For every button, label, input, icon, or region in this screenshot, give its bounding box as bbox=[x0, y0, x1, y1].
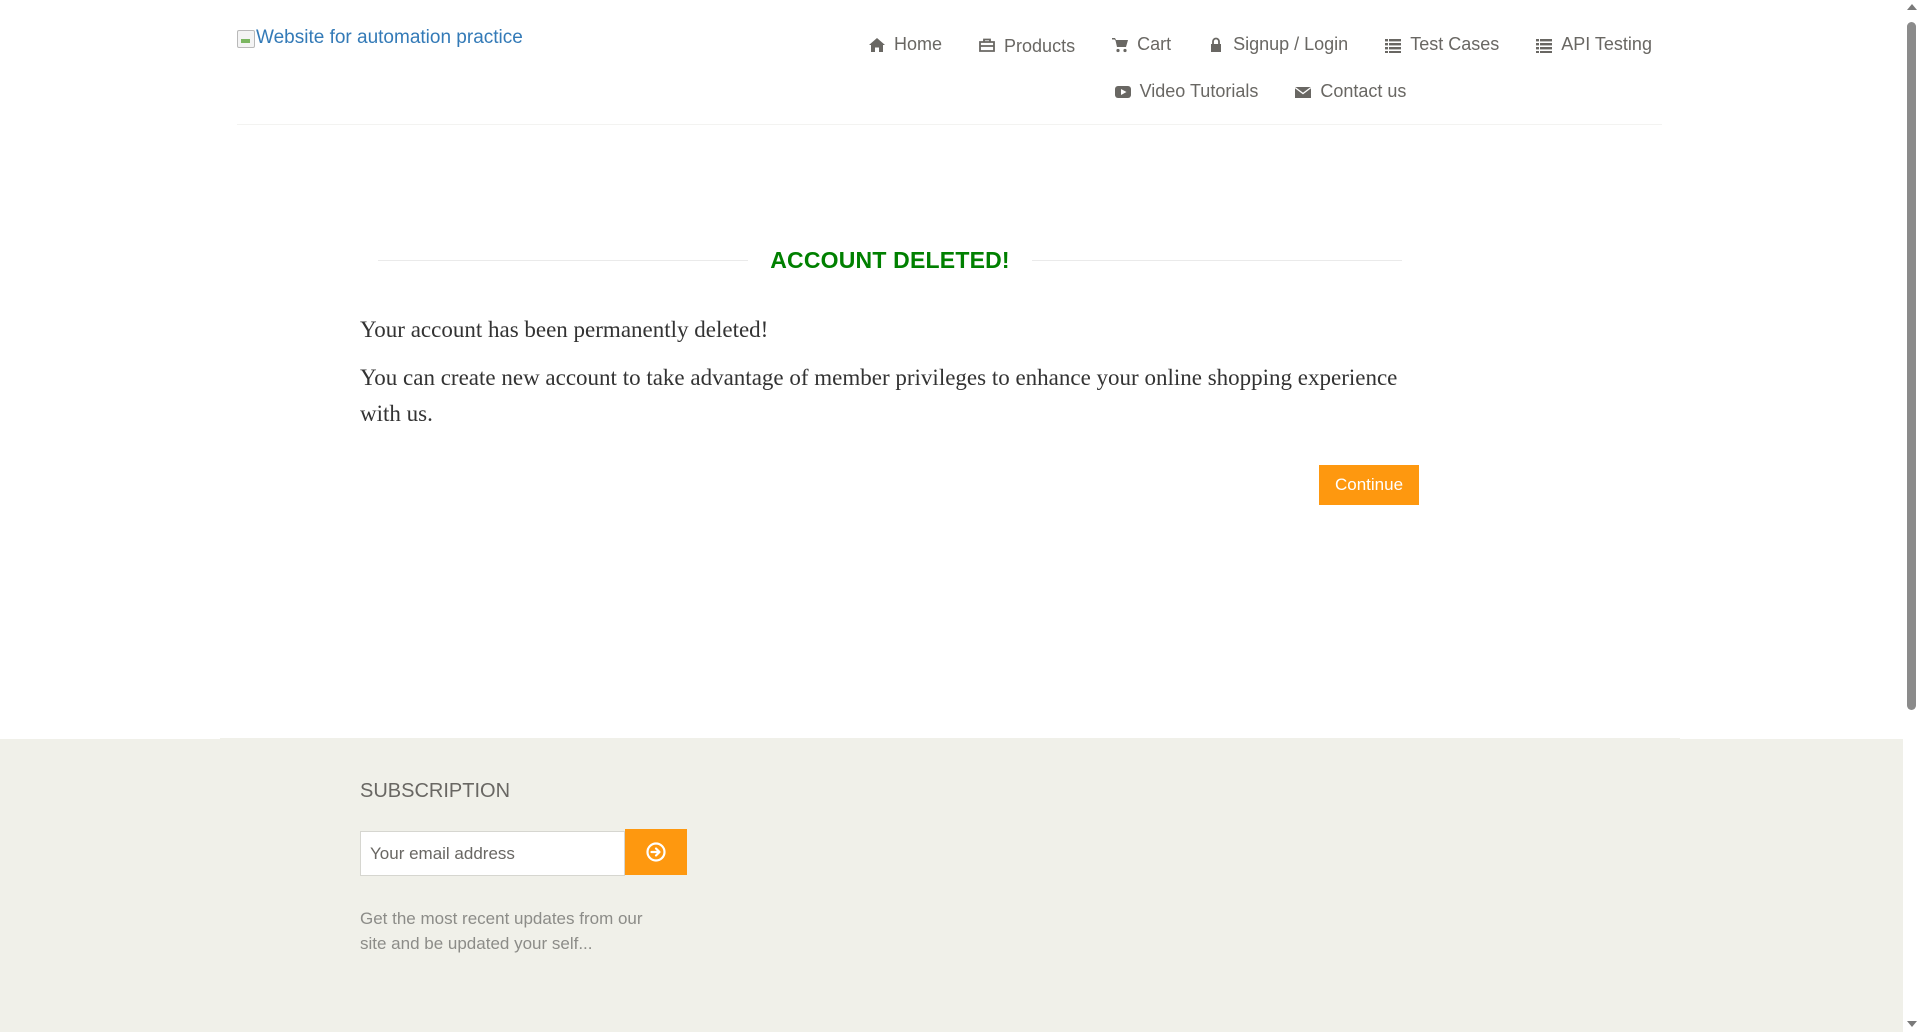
nav-cart[interactable]: Cart bbox=[1111, 34, 1171, 55]
nav-api-testing-label: API Testing bbox=[1561, 34, 1652, 54]
shopping-cart-icon bbox=[1111, 37, 1129, 53]
page-title: ACCOUNT DELETED! bbox=[770, 247, 1010, 273]
footer-edge-right bbox=[1680, 738, 1903, 739]
footer bbox=[0, 738, 1903, 1032]
nav-video-tutorials[interactable]: Video Tutorials bbox=[1114, 81, 1259, 102]
deleted-message: Your account has been permanently delete… bbox=[360, 317, 769, 342]
list-icon bbox=[1535, 37, 1553, 53]
arrow-circle-right-icon bbox=[645, 841, 667, 863]
browser-viewport: Website for automation practice Home Pro… bbox=[0, 0, 1920, 1032]
nav-products-label: Products bbox=[1004, 36, 1076, 56]
nav-contact-us-label: Contact us bbox=[1320, 81, 1407, 101]
main-nav: Home Products Cart Signup / Login Test C… bbox=[680, 34, 1840, 102]
nav-api-testing[interactable]: API Testing bbox=[1535, 34, 1652, 55]
title-line-right bbox=[1031, 260, 1402, 261]
home-icon bbox=[868, 37, 886, 53]
subscription-email-input[interactable] bbox=[360, 831, 625, 876]
title-row: ACCOUNT DELETED! bbox=[378, 247, 1402, 274]
nav-home-label: Home bbox=[894, 34, 943, 54]
header-divider bbox=[237, 124, 1662, 125]
nav-home[interactable]: Home bbox=[868, 34, 942, 55]
create-account-message: You can create new account to take advan… bbox=[360, 365, 1398, 426]
logo-alt-text: Website for automation practice bbox=[256, 27, 523, 48]
broken-image-icon bbox=[237, 30, 255, 48]
nav-contact-us[interactable]: Contact us bbox=[1294, 81, 1406, 102]
nav-video-tutorials-label: Video Tutorials bbox=[1139, 81, 1259, 101]
briefcase-icon bbox=[978, 37, 996, 53]
envelope-icon bbox=[1294, 84, 1312, 100]
scroll-down-arrow-icon[interactable] bbox=[1907, 1021, 1917, 1027]
subscription-description: Get the most recent updates from our sit… bbox=[360, 909, 643, 953]
scroll-thumb[interactable] bbox=[1907, 22, 1916, 710]
logo-link[interactable]: Website for automation practice bbox=[237, 27, 523, 49]
title-line-left bbox=[378, 260, 749, 261]
nav-products[interactable]: Products bbox=[978, 34, 1076, 56]
continue-button[interactable]: Continue bbox=[1319, 465, 1419, 505]
vertical-scrollbar[interactable] bbox=[1903, 0, 1920, 1032]
nav-test-cases-label: Test Cases bbox=[1410, 34, 1500, 54]
youtube-play-icon bbox=[1114, 84, 1132, 100]
subscribe-button[interactable] bbox=[625, 829, 687, 875]
nav-signup-login-label: Signup / Login bbox=[1233, 34, 1349, 54]
subscription-title: SUBSCRIPTION bbox=[360, 780, 511, 802]
list-icon bbox=[1384, 37, 1402, 53]
nav-test-cases[interactable]: Test Cases bbox=[1384, 34, 1499, 55]
scroll-up-arrow-icon[interactable] bbox=[1907, 4, 1917, 10]
page: Website for automation practice Home Pro… bbox=[0, 0, 1903, 1032]
nav-signup-login[interactable]: Signup / Login bbox=[1207, 34, 1348, 55]
nav-cart-label: Cart bbox=[1137, 34, 1172, 54]
lock-icon bbox=[1207, 37, 1225, 53]
footer-edge-left bbox=[0, 738, 220, 739]
